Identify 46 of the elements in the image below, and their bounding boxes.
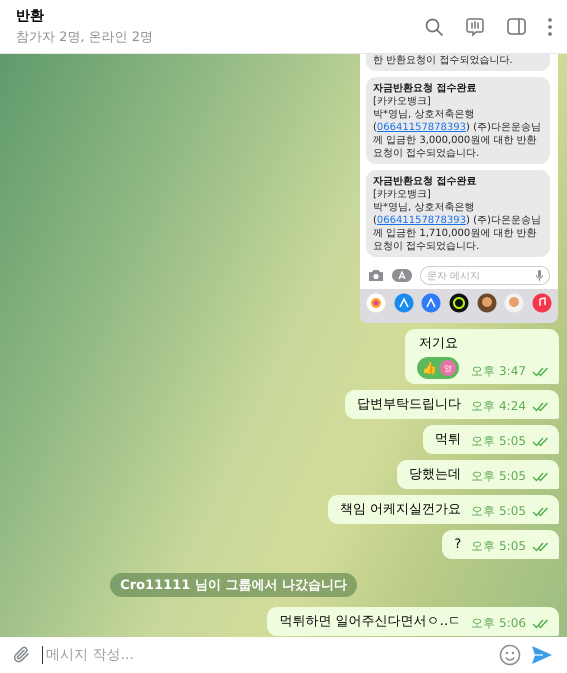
message-time: 오후 5:05 — [471, 468, 526, 485]
sms-title: 자금반환요청 접수완료 — [373, 82, 478, 95]
search-icon[interactable] — [425, 18, 443, 36]
camera-icon — [368, 269, 384, 282]
chat-title: 반환 — [16, 7, 45, 25]
reaction-badge[interactable]: 👍 영 — [417, 357, 460, 379]
app-icon — [394, 293, 414, 313]
more-menu-icon[interactable] — [548, 18, 552, 36]
emoji-icon[interactable] — [499, 644, 521, 666]
message-time: 오후 5:06 — [471, 615, 526, 632]
sms-title: 자금반환요청 접수완료 — [373, 175, 478, 188]
message-text: 먹튀하면 일어주신다면서ㅇ‥ㄷ — [279, 613, 462, 631]
account-number-link[interactable]: 06641157878393 — [376, 122, 466, 133]
microphone-icon — [536, 270, 543, 281]
message-text: 책임 어케지실껀가요 — [340, 501, 462, 519]
message-text: 먹튀 — [435, 431, 462, 449]
message-text: 당했는데 — [409, 466, 462, 484]
sms-input-placeholder: 문자 메시지 — [427, 270, 480, 282]
message-input-field[interactable]: 메시지 작성... — [42, 646, 489, 664]
thumbs-up-emoji: 👍 — [422, 361, 438, 375]
message-time: 오후 5:05 — [471, 538, 526, 555]
sms-text: 한 반환요청이 접수되었습니다. — [373, 54, 514, 67]
message-time: 오후 3:47 — [471, 363, 526, 380]
service-message: Cro11111 님이 그룹에서 나갔습니다 — [110, 573, 357, 597]
sms-text: [카카오뱅크] 박*영님, 상호저축은행 (06641157878393) (주)다온운송님께 입금한 1,710,000원에 대한 반환요청이 접수되었습니다. — [373, 188, 542, 253]
send-icon[interactable] — [531, 645, 553, 665]
message-time: 오후 5:05 — [471, 433, 526, 450]
app-icon — [504, 293, 524, 313]
message-text: 저기요 — [418, 335, 460, 353]
account-number-link[interactable]: 06641157878393 — [376, 215, 466, 226]
app-icon — [532, 293, 552, 313]
reactor-avatar: 영 — [440, 360, 456, 376]
member-status: 참가자 2명, 온라인 2명 — [16, 29, 154, 46]
app-icon — [448, 293, 469, 313]
message-time: 오후 4:24 — [471, 398, 526, 415]
speech-bubble-icon[interactable] — [465, 16, 485, 36]
sidebar-toggle-icon[interactable] — [507, 18, 526, 35]
message-text: 답변부탁드립니다 — [357, 396, 462, 414]
app-store-icon — [392, 269, 412, 282]
app-icon — [366, 293, 386, 313]
message-time: 오후 5:05 — [471, 503, 526, 520]
app-icon — [421, 293, 442, 313]
sms-text: [카카오뱅크] 박*영님, 상호저축은행 (06641157878393) (주)다온운송님께 입금한 3,000,000원에 대한 반환요청이 접수되었습니다. — [373, 95, 542, 160]
message-text: ? — [454, 536, 462, 554]
screenshot-message[interactable] — [360, 54, 558, 323]
app-icon — [476, 293, 497, 313]
